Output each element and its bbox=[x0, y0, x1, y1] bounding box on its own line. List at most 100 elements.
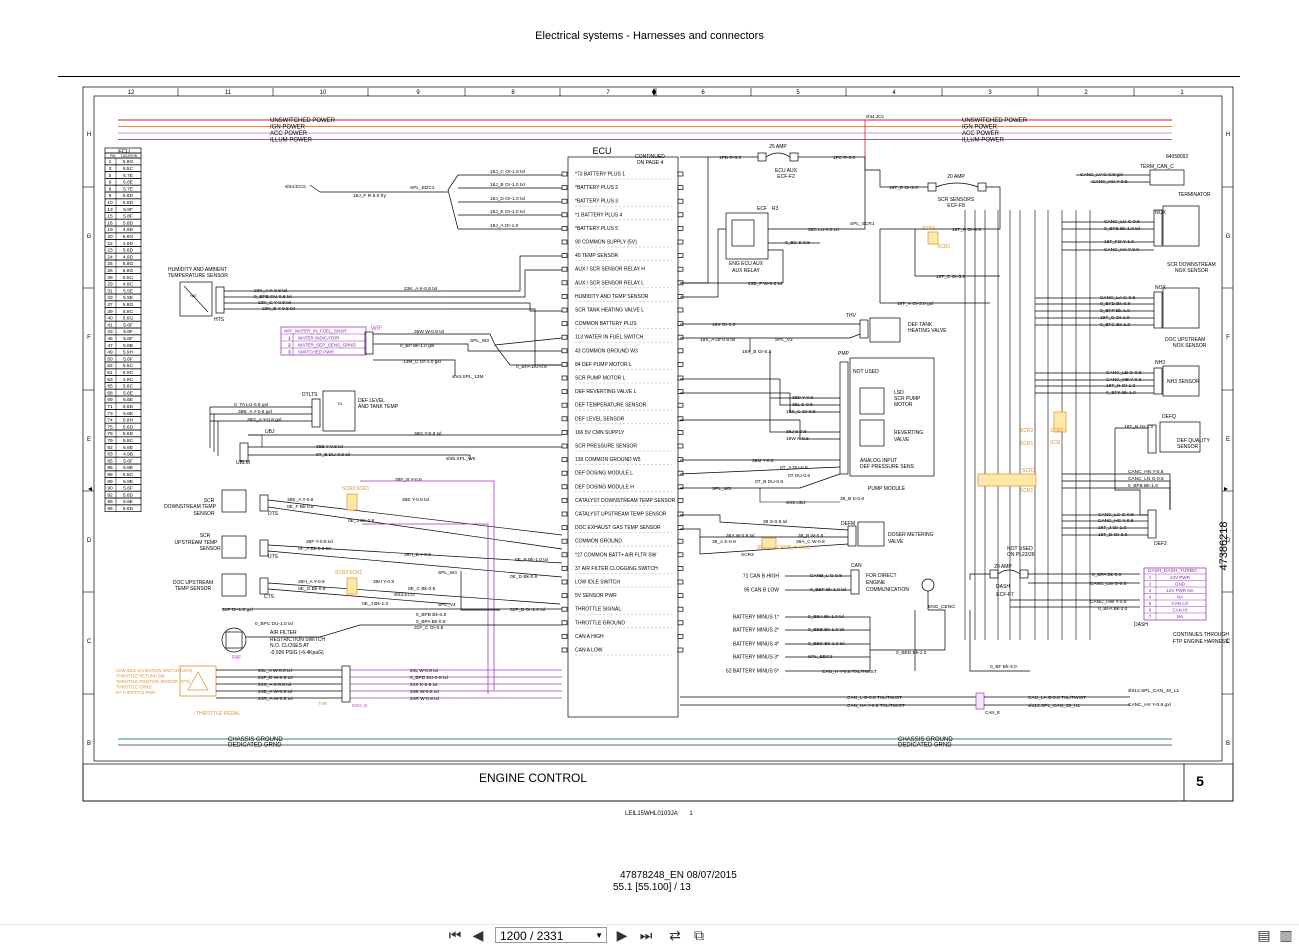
continuous-layout-icon[interactable]: ▥ bbox=[1278, 928, 1294, 944]
location-table-pin: 29 bbox=[107, 282, 113, 288]
wire-label: sht12.SPL_CAN_JS_H1 bbox=[1028, 703, 1080, 709]
ecu-pin-label: BATTERY MINUS 3* bbox=[733, 655, 779, 661]
scr-tag: SCR1 bbox=[1020, 441, 1034, 447]
ecu-pin bbox=[561, 538, 568, 544]
wire-label: 0_BFA Bk-3.0 bbox=[1092, 572, 1122, 578]
pmp-label: MOTOR bbox=[894, 402, 913, 408]
relay-label: ENG ECU AUX bbox=[729, 261, 764, 267]
wire-label: CANC_LW G-0.8 bbox=[1090, 581, 1127, 587]
wire-label: 38H_B Y-0.8 bbox=[404, 552, 431, 558]
last-page-icon[interactable]: ⏭ bbox=[637, 928, 655, 944]
wire-label: CAN_HA Y-0.8 TXL/TWIST bbox=[847, 703, 905, 709]
page-number-input[interactable]: 1200 / 2331 ▼ bbox=[495, 927, 607, 943]
next-page-icon[interactable]: ▶ bbox=[614, 928, 630, 944]
wire-label: 0_BPC DU-1.0 txl bbox=[255, 621, 293, 627]
ecu-pin bbox=[561, 634, 568, 639]
ecu-continued: ON PAGE 4 bbox=[637, 160, 664, 166]
wire-label: SPL_EDC2 bbox=[410, 185, 435, 191]
wire-label: 23K_C Y-0.8 txl bbox=[258, 300, 291, 306]
dtlts-connector bbox=[311, 398, 321, 428]
ecu-pin-label: DEF DOSING MODULE L bbox=[575, 471, 633, 477]
dash-row-label: NA bbox=[1177, 595, 1183, 600]
ecu-pin-label: 95 CAN B LOW bbox=[744, 588, 779, 594]
location-table-location: 5.6E bbox=[123, 411, 133, 417]
grid-column-label: 8 bbox=[511, 90, 515, 96]
wire-label: 24R_A W-0.8 txl bbox=[258, 696, 293, 702]
hts-connector bbox=[215, 286, 225, 314]
wire-label: 18J_E Or-1.0 txl bbox=[490, 209, 525, 215]
wire bbox=[865, 169, 928, 188]
wire-label: 18T_J Or-1.0 bbox=[1098, 525, 1127, 531]
wire-label: 24S_A K-0.8 txl bbox=[258, 682, 291, 688]
location-table-pin: 47 bbox=[107, 343, 113, 349]
ecu-pin-label: 139 COMMON GROUND W5 bbox=[575, 457, 641, 463]
dash-fuse bbox=[1019, 569, 1029, 579]
ecu-pin-label: 84 DEF PUMP MOTOR L bbox=[575, 362, 632, 368]
ecu-pin bbox=[677, 307, 684, 313]
grid-row-label: B bbox=[1226, 741, 1230, 747]
bus-label: ILLUM POWER bbox=[270, 138, 313, 144]
ecu-pin-label: SCR TANK HEATING VALVE L bbox=[575, 308, 644, 314]
page-layout-icon[interactable]: ▤ bbox=[1256, 928, 1272, 944]
ecu-pin-label: 166 5V CMN SUPPLY bbox=[575, 430, 625, 436]
wire-label: 18T_D Or-3.0 bbox=[1098, 532, 1128, 538]
wire-label: SPL_EDC3 bbox=[808, 654, 833, 660]
doc-up-connector bbox=[259, 577, 269, 595]
can-connector bbox=[850, 569, 860, 595]
location-table-location: 5.6F bbox=[123, 329, 133, 335]
prev-page-icon[interactable]: ◀ bbox=[470, 928, 486, 944]
wire-label: 38D Y-0.8 bbox=[792, 395, 813, 401]
title-block-name: ENGINE CONTROL bbox=[479, 771, 587, 785]
terminator bbox=[1149, 169, 1185, 186]
fuse-link bbox=[997, 569, 1021, 575]
nox-label: NOX SENSOR bbox=[1173, 343, 1207, 349]
term-tag: TERM_CAN_C bbox=[1140, 164, 1174, 170]
paf-label: AIR FILTER bbox=[270, 630, 297, 636]
fuse-label: 20 AMP bbox=[994, 564, 1012, 570]
wire-label: 13M_C Or-1.0 gxl bbox=[403, 359, 441, 365]
grid-column-label: 2 bbox=[1084, 90, 1088, 96]
ecu-pin bbox=[561, 566, 568, 571]
wire-label: 0E_J Bk-1.0 bbox=[362, 601, 388, 607]
ecu-pin-label: 43 COMMON GROUND W3 bbox=[575, 348, 638, 354]
wire-label: 0E_F Bk-0.8 bbox=[287, 504, 314, 510]
wire-label: CANC_HC Y-0.8 bbox=[1098, 518, 1134, 524]
thv-valve bbox=[869, 317, 901, 343]
wire-label: 23K_A K-0.8 txl bbox=[254, 288, 287, 294]
term-part: 84058092 bbox=[1166, 154, 1188, 160]
footer-code: LEIL15WHL0103JA 1 bbox=[625, 811, 693, 817]
thv-connector bbox=[859, 319, 869, 339]
ref-label: sht12.SPL_CAN_JS_L1 bbox=[1128, 688, 1180, 694]
pmp-connector bbox=[839, 361, 849, 475]
wire-label: 24L W-0.8 txl bbox=[410, 668, 438, 674]
location-table-location: 5.6G bbox=[123, 316, 134, 322]
ecu-pin bbox=[677, 362, 684, 367]
ecu-pin bbox=[561, 321, 568, 326]
location-table-location: 5.8D bbox=[123, 193, 134, 199]
ecu-pin-label: 113 WATER IN FUEL SWITCH bbox=[575, 335, 644, 341]
wire-label: 0F_A Bk-0.8 txl bbox=[298, 546, 331, 552]
ecu-pin bbox=[561, 375, 568, 381]
ecu-pin-label: COMMON GROUND bbox=[575, 539, 622, 545]
ecu-pin-label: *1 BATTERY PLUS 4 bbox=[575, 212, 622, 218]
location-table-location: 5.6D bbox=[123, 431, 134, 437]
location-table-location: 5.8G bbox=[123, 159, 134, 165]
wire-label: 38F Y-0.8 txl bbox=[306, 539, 333, 545]
first-page-icon[interactable]: ⏮ bbox=[446, 928, 464, 944]
copy-icon[interactable]: ⧉ bbox=[690, 928, 708, 944]
ecu-pin-label: 37 AIR FILTER CLOGGING SWITCH bbox=[575, 566, 658, 572]
throttle-label: THROTTLE PEDAL bbox=[196, 711, 240, 717]
defm-label: VALVE bbox=[888, 539, 904, 545]
ecu-pin-label: CATALYST DOWNSTREAM TEMP SENSOR bbox=[575, 498, 676, 504]
location-table-pin: 85 bbox=[107, 458, 113, 464]
rotate-icon[interactable]: ⇄ bbox=[666, 928, 684, 944]
ecu-pin bbox=[561, 266, 568, 272]
pmp-label: REVERTING bbox=[894, 430, 923, 436]
wire bbox=[450, 255, 562, 292]
scr-down-label: DOWNSTREAM TEMP bbox=[164, 504, 217, 510]
defm-connector bbox=[847, 525, 857, 547]
wire-label: 0_BPD DU-0.8 txl bbox=[410, 675, 448, 681]
ecu-pin-label: DEF REVERTING VALVE L bbox=[575, 389, 637, 395]
wire-label: 38C LU-0.8 txl bbox=[808, 227, 839, 233]
location-table-location: 5.6D bbox=[123, 506, 134, 512]
